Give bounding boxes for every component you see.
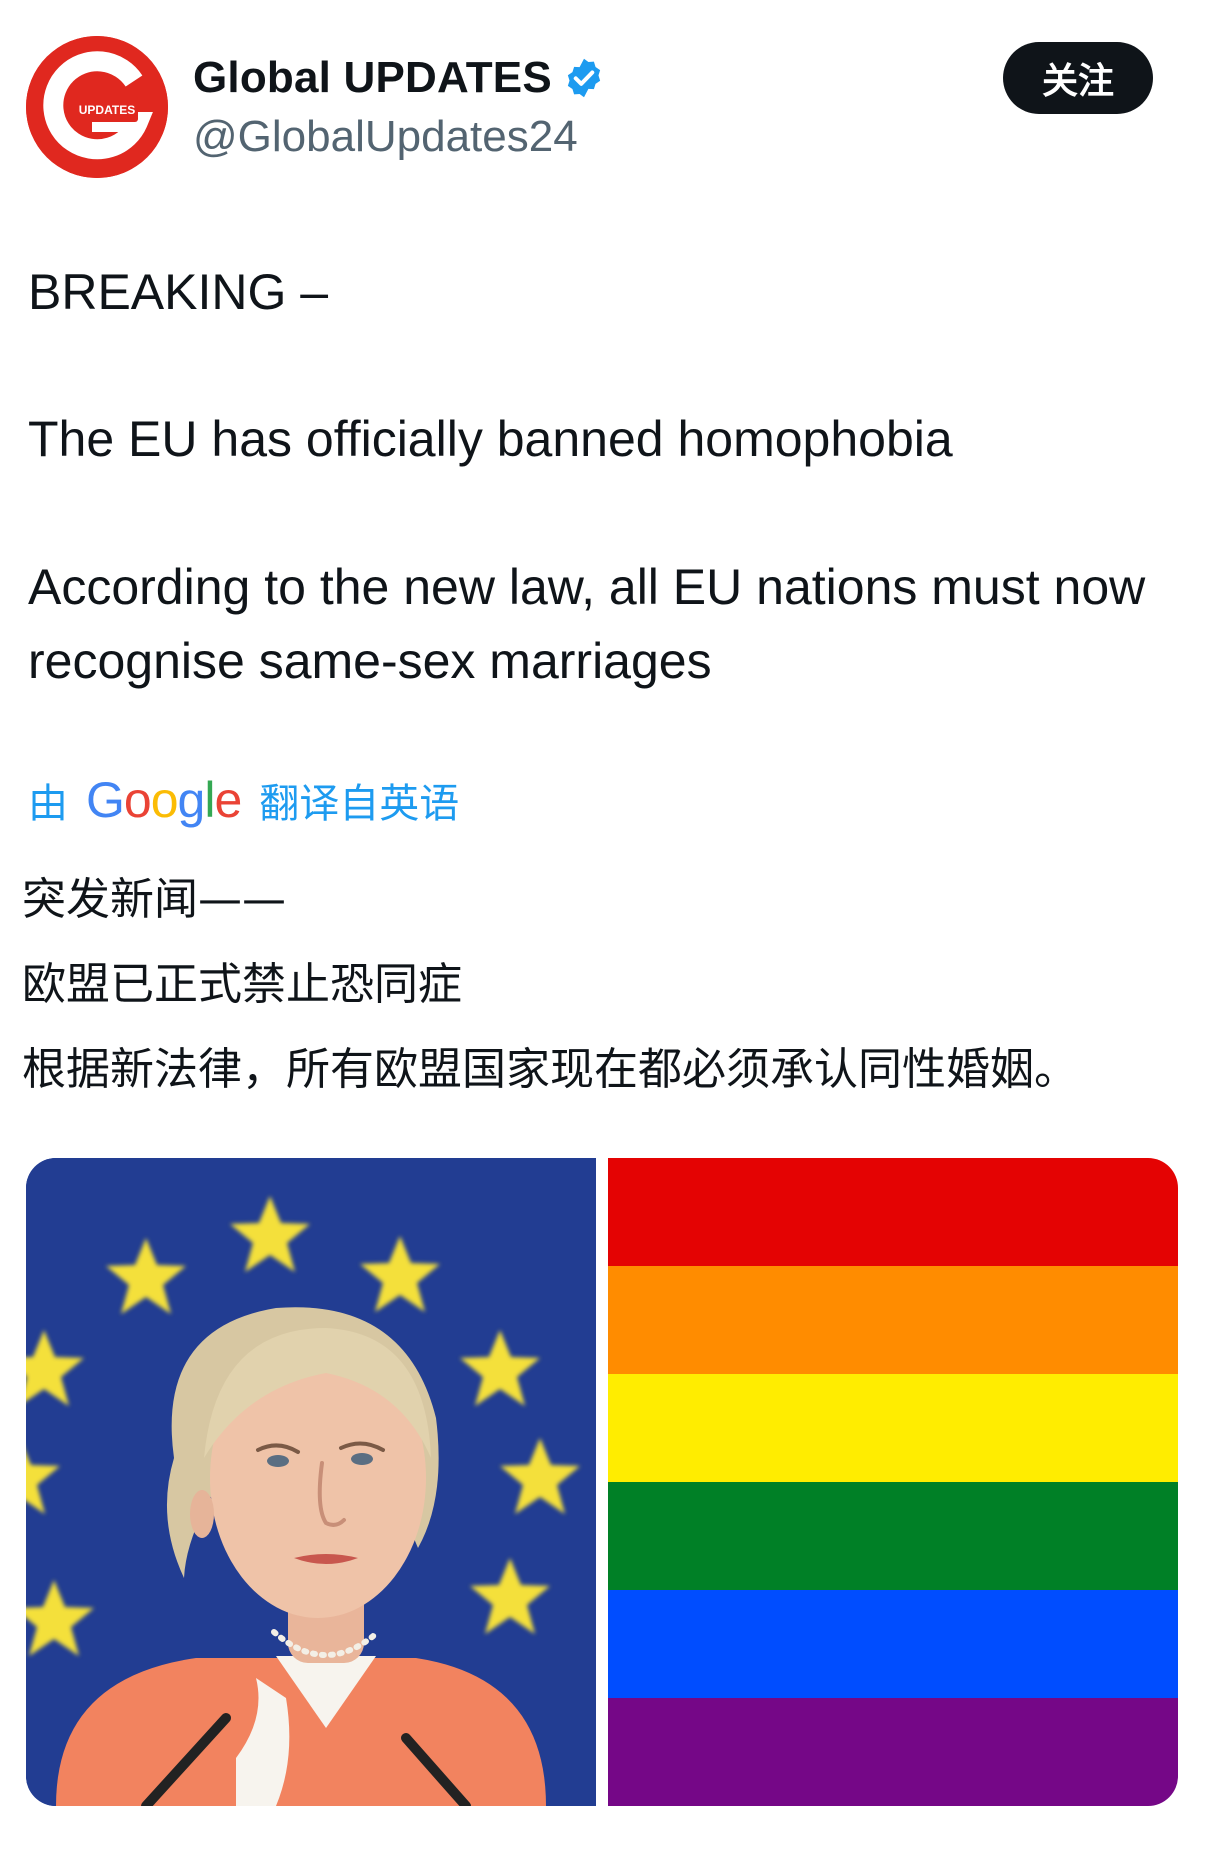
- rainbow-stripe-orange: [608, 1266, 1178, 1374]
- translated-by-google-link[interactable]: 由 Google 翻译自英语: [28, 770, 459, 830]
- rainbow-stripe-blue: [608, 1590, 1178, 1698]
- tweet-text-line-1: BREAKING –: [28, 264, 329, 320]
- rainbow-stripe-yellow: [608, 1374, 1178, 1482]
- verified-badge-icon: [567, 58, 601, 98]
- tweet-text-line-2: The EU has officially banned homophobia: [28, 411, 953, 467]
- tweet-text-line-3: According to the new law, all EU nations…: [28, 559, 1146, 689]
- rainbow-stripe-red: [608, 1158, 1178, 1266]
- translation-prefix: 由: [28, 781, 68, 827]
- rainbow-stripe-purple: [608, 1698, 1178, 1806]
- eu-flag-portrait-photo[interactable]: [26, 1158, 596, 1806]
- follow-button[interactable]: 关注: [1003, 42, 1153, 114]
- translated-text-line-2: 欧盟已正式禁止恐同症: [22, 959, 462, 1010]
- translated-text-line-3: 根据新法律，所有欧盟国家现在都必须承认同性婚姻。: [22, 1044, 1078, 1095]
- account-name-row: Global UPDATES: [193, 48, 606, 108]
- google-letter: o: [123, 772, 152, 828]
- google-letter: G: [86, 772, 125, 828]
- google-letter: o: [150, 772, 179, 828]
- rainbow-stripe-green: [608, 1482, 1178, 1590]
- google-letter: e: [214, 772, 242, 828]
- tweet-media: [26, 1158, 1178, 1806]
- account-handle[interactable]: @GlobalUpdates24: [193, 112, 578, 162]
- google-letter: l: [204, 772, 215, 828]
- translation-suffix: 翻译自英语: [259, 781, 460, 827]
- account-avatar[interactable]: UPDATES: [26, 36, 168, 178]
- rainbow-flag-image[interactable]: [608, 1158, 1178, 1806]
- google-letter: g: [177, 772, 206, 828]
- tweet-header: UPDATES Global UPDATES @GlobalUpdates24 …: [0, 0, 1206, 200]
- google-logo: Google: [86, 771, 242, 829]
- translated-text-line-1: 突发新闻——: [22, 874, 286, 925]
- g-updates-logo-icon: UPDATES: [26, 36, 168, 178]
- eu-portrait-illustration: [26, 1158, 596, 1806]
- account-name[interactable]: Global UPDATES: [193, 53, 552, 103]
- avatar-text: UPDATES: [79, 103, 135, 117]
